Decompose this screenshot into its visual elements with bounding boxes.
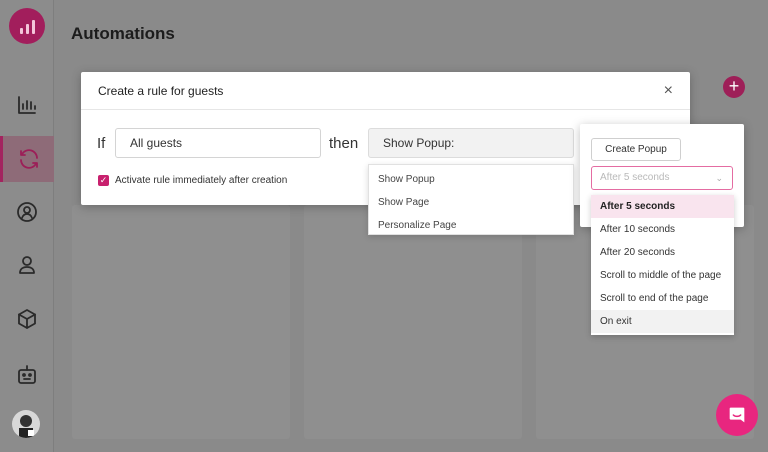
logo-icon[interactable] xyxy=(9,8,45,44)
modal-header: Create a rule for guests × xyxy=(81,72,690,110)
column-panel xyxy=(72,205,290,439)
bot-icon[interactable] xyxy=(0,352,54,398)
chat-button[interactable] xyxy=(716,394,758,436)
chevron-down-icon: ⌄ xyxy=(715,173,723,183)
then-label: then xyxy=(329,135,359,152)
column-panel xyxy=(304,205,522,439)
create-popup-button[interactable]: Create Popup xyxy=(591,138,681,161)
add-icon[interactable]: + xyxy=(723,76,745,98)
modal-title: Create a rule for guests xyxy=(98,83,224,98)
chat-icon xyxy=(729,407,745,423)
analytics-icon[interactable] xyxy=(0,82,54,128)
user-circle-icon[interactable] xyxy=(0,189,54,235)
timing-select-value: After 5 seconds xyxy=(600,172,670,183)
page-title: Automations xyxy=(71,24,175,43)
menu-item-show-popup[interactable]: Show Popup xyxy=(369,168,573,191)
timing-option[interactable]: On exit xyxy=(591,310,734,333)
timing-select[interactable]: After 5 seconds ⌄ xyxy=(591,166,733,190)
menu-item-personalize-page[interactable]: Personalize Page xyxy=(369,214,573,237)
menu-item-show-page[interactable]: Show Page xyxy=(369,191,573,214)
sidebar xyxy=(0,0,54,452)
activate-checkbox-label: Activate rule immediately after creation xyxy=(115,175,288,186)
avatar[interactable] xyxy=(12,410,40,438)
person-icon[interactable] xyxy=(0,242,54,288)
timing-option[interactable]: Scroll to middle of the page xyxy=(591,264,734,287)
timing-option[interactable]: After 5 seconds xyxy=(591,195,734,218)
timing-menu: After 5 seconds After 10 seconds After 2… xyxy=(591,195,734,335)
guests-input[interactable] xyxy=(115,128,321,158)
cube-icon[interactable] xyxy=(0,296,54,342)
timing-option[interactable]: After 20 seconds xyxy=(591,241,734,264)
if-label: If xyxy=(97,135,106,152)
timing-option[interactable]: Scroll to end of the page xyxy=(591,287,734,310)
action-menu: Show Popup Show Page Personalize Page xyxy=(368,164,574,235)
automations-icon[interactable] xyxy=(0,136,54,182)
activate-checkbox[interactable]: ✓ xyxy=(98,175,109,186)
timing-option[interactable]: After 10 seconds xyxy=(591,218,734,241)
close-icon[interactable]: × xyxy=(664,82,673,100)
action-select[interactable]: Show Popup: xyxy=(368,128,574,158)
